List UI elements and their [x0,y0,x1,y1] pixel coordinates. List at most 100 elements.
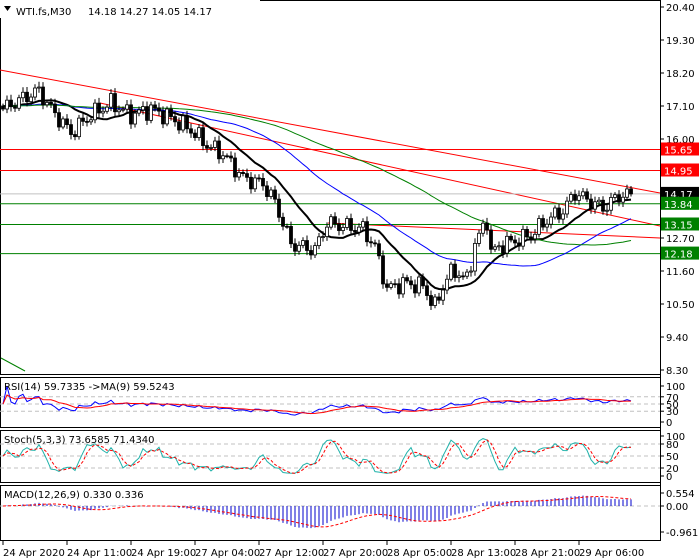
price-tick-label: 17.10 [666,102,695,113]
candle [389,283,393,288]
level-tag-label: 14.95 [664,167,693,178]
candle [449,263,453,280]
candle [437,296,441,301]
candle [317,236,321,247]
candle [149,104,153,121]
candle [217,140,221,160]
candle [145,106,149,121]
indicator-tick-label: 0.554 [666,489,695,500]
candle [205,145,209,149]
candle [453,263,457,278]
price-tick-label: 19.30 [666,36,695,47]
candle [625,188,629,198]
candle [365,221,369,243]
candle [609,197,613,211]
stoch-label: Stoch(5,3,3) 73.6585 71.4340 [4,435,155,446]
candle [177,121,181,131]
candle [221,155,225,160]
candle [305,240,309,251]
candle [229,155,233,159]
candle [77,117,81,138]
candle [493,246,497,250]
candle [541,218,545,228]
candle [237,172,241,178]
candle [577,195,581,201]
candle [301,240,305,246]
indicator-tick-label: 0.00 [666,502,688,513]
candle [593,201,597,210]
candle [169,108,173,117]
candle [213,140,217,148]
time-tick-label: 27 Apr 20:00 [323,548,388,559]
candle [189,128,193,134]
candle [45,101,49,106]
candle [97,102,101,114]
candle [269,189,273,197]
candle [589,198,593,210]
candle [629,188,633,195]
candle [153,104,157,109]
candle [125,104,129,110]
candle [497,245,501,248]
candle [373,242,377,245]
candle [273,189,277,200]
candle [9,99,13,108]
candle [41,86,45,106]
candle [265,185,269,197]
candle [521,228,525,247]
indicator-tick-label: 80 [666,440,679,451]
time-tick-label: 24 Apr 19:00 [131,548,196,559]
candle [61,118,65,128]
candle [569,194,573,202]
candle [405,277,409,282]
candle [181,115,185,131]
indicator-tick-label: 100 [666,382,685,393]
level-tag-label: 12.18 [664,250,693,261]
candle [161,110,165,125]
time-tick-label: 24 Apr 11:00 [67,548,132,559]
candle [513,239,517,244]
candle [13,106,17,109]
level-tag-label: 15.65 [664,146,693,157]
indicator-tick-label: 0 [666,472,672,483]
candle [253,177,257,190]
candle [357,226,361,233]
candle [361,221,365,228]
candle [21,91,25,99]
time-tick-label: 27 Apr 04:00 [195,548,260,559]
candle [417,276,421,294]
candle [201,127,205,146]
candle [241,172,245,175]
candle [257,177,261,180]
candle [281,216,285,227]
price-panel[interactable] [0,0,661,375]
candle [509,235,513,241]
candle [397,283,401,295]
candle [621,196,625,203]
candle [133,112,137,125]
candle [73,134,77,138]
candle [49,101,53,105]
candle [349,218,353,231]
candle [225,155,229,158]
price-tick-label: 12.70 [666,234,695,245]
candle [353,230,357,233]
candle [261,178,265,187]
time-tick-label: 28 Apr 13:00 [451,548,516,559]
panel-frame [0,0,661,375]
candle [537,218,541,235]
candle [197,127,201,138]
candle [585,191,589,200]
candle [381,255,385,285]
candle [209,147,213,149]
candle [481,222,485,234]
trading-chart[interactable]: 20.4019.3018.2017.1016.0012.7011.6010.50… [0,0,700,560]
candle [337,223,341,231]
candle [421,276,425,287]
candle [461,275,465,278]
candle [489,229,493,250]
candle [465,271,469,277]
candle [345,218,349,228]
level-tag-label: 13.15 [664,221,693,232]
candle [65,118,69,126]
